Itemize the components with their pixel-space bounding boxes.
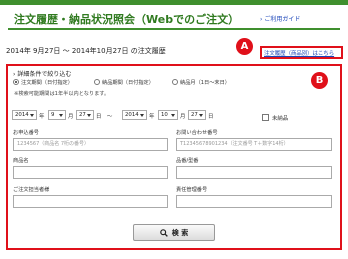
order-no-input[interactable]: 1234567（商品名 7桁の番号） <box>13 138 168 151</box>
orderer-label: ご注文担当者様 <box>13 187 50 193</box>
product-history-link[interactable]: 注文履歴（商品別）はこちら <box>264 49 334 57</box>
year-unit: 年 <box>39 114 45 120</box>
to-day-select[interactable]: 27 <box>188 110 206 120</box>
marker-a: A <box>236 38 253 55</box>
marker-b: B <box>311 72 328 89</box>
asset-no-label: 責任管理番号 <box>176 187 208 193</box>
product-name-label: 商品名 <box>13 158 29 164</box>
chevron-down-icon <box>140 114 144 117</box>
from-year-select[interactable]: 2014 <box>12 110 37 120</box>
search-icon <box>159 228 168 237</box>
order-no-label: お申込番号 <box>13 130 39 136</box>
product-history-link-highlight: 注文履歴（商品別）はこちら <box>260 46 343 59</box>
chevron-down-icon <box>59 114 63 117</box>
search-button[interactable]: 検 索 <box>133 224 215 241</box>
to-month-select[interactable]: 10 <box>158 110 178 120</box>
filter-heading: › 詳細条件で絞り込む <box>13 71 72 78</box>
usage-guide-link[interactable]: › ご利用ガイド <box>260 14 300 23</box>
page-header: 注文履歴・納品状況照会（Webでのご注文） › ご利用ガイド <box>8 10 340 30</box>
radio-button[interactable] <box>94 79 100 85</box>
undelivered-checkbox[interactable] <box>262 114 269 121</box>
search-panel: › 詳細条件で絞り込む 注文期間（日付指定） 納品期間（日付指定） 納品月（1日… <box>6 64 342 250</box>
inquiry-no-input[interactable]: T12345678901234（注文番号 T＋数字14桁） <box>176 138 332 151</box>
from-day-select[interactable]: 27 <box>76 110 94 120</box>
radio-delivery-period[interactable]: 納品期間（日付指定） <box>94 78 154 86</box>
radio-button[interactable] <box>13 79 19 85</box>
range-separator: 〜 <box>107 114 113 120</box>
chevron-down-icon <box>171 114 175 117</box>
chevron-down-icon <box>199 114 203 117</box>
undelivered-label: 未納品 <box>272 116 289 122</box>
history-period: 2014年 9月27日 〜 2014年10月27日 の注文履歴 <box>6 47 166 55</box>
item-model-label: 品番/型番 <box>176 158 199 164</box>
month-unit: 月 <box>180 114 186 120</box>
day-unit: 日 <box>208 114 214 120</box>
period-note: ※検索可能期間は1年半以内となります。 <box>14 91 110 97</box>
radio-order-period[interactable]: 注文期間（日付指定） <box>13 78 73 86</box>
month-unit: 月 <box>68 114 74 120</box>
radio-button[interactable] <box>172 79 178 85</box>
inquiry-no-label: お問い合わせ番号 <box>176 130 218 136</box>
chevron-down-icon <box>87 114 91 117</box>
page-title: 注文履歴・納品状況照会（Webでのご注文） <box>14 13 240 26</box>
top-accent-bar <box>0 0 348 5</box>
chevron-down-icon <box>30 114 34 117</box>
orderer-input[interactable] <box>13 195 168 208</box>
to-year-select[interactable]: 2014 <box>122 110 147 120</box>
day-unit: 日 <box>96 114 102 120</box>
asset-no-input[interactable] <box>176 195 332 208</box>
from-month-select[interactable]: 9 <box>48 110 66 120</box>
product-name-input[interactable] <box>13 166 168 179</box>
year-unit: 年 <box>149 114 155 120</box>
radio-delivery-month[interactable]: 納品月（1日〜末日） <box>172 78 230 86</box>
item-model-input[interactable] <box>176 166 332 179</box>
